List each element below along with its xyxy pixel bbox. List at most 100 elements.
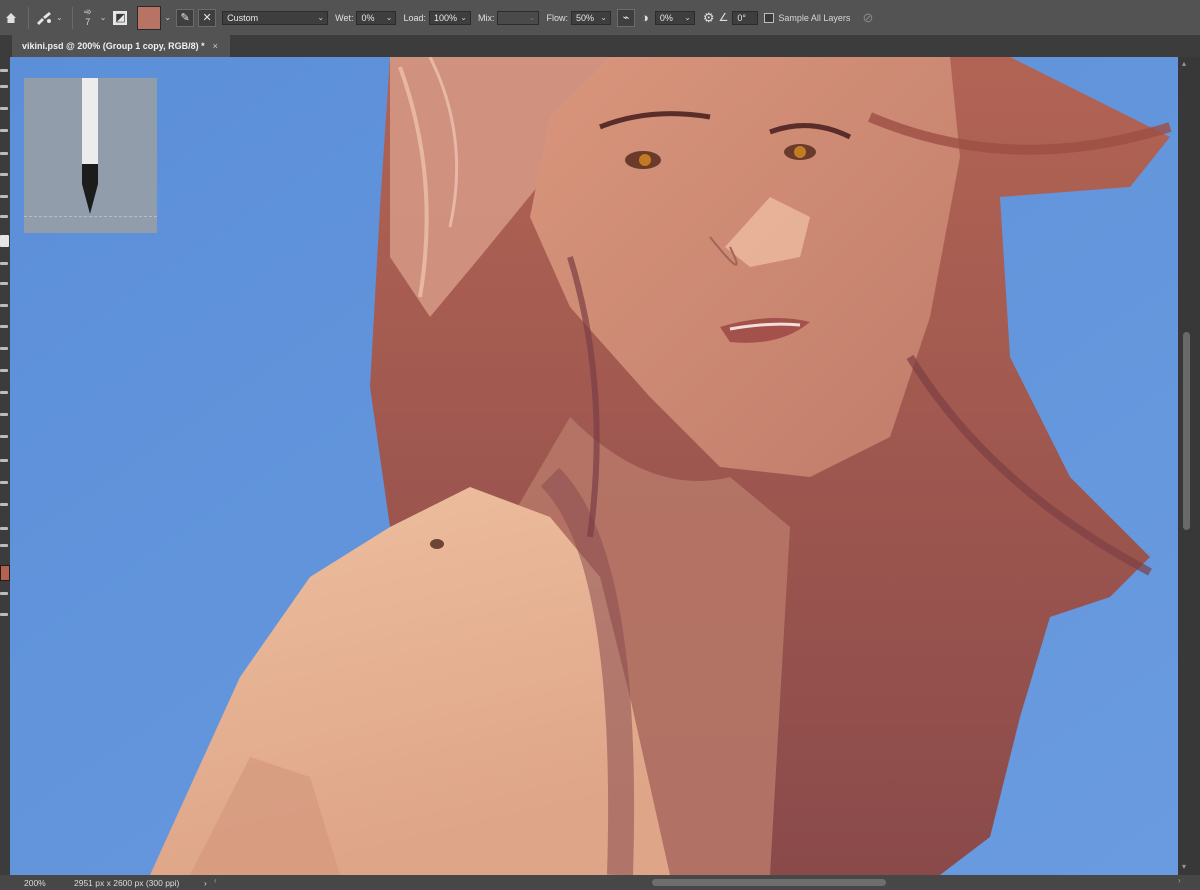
document-canvas[interactable] [10,57,1178,875]
chevron-down-icon: ⌄ [164,13,172,22]
angle-icon: ∠ [718,12,729,24]
brush-tip-preview [24,78,157,233]
quick-mask-toggle[interactable] [0,592,8,595]
tool-preset-picker[interactable]: ⌄ [35,0,66,35]
color-swatch [137,5,162,30]
clean-brush-icon: ✕ [198,8,217,27]
edit-toolbar[interactable] [0,527,8,530]
scroll-left-icon[interactable]: ‹ [214,876,217,885]
load-label: Load: [403,12,426,23]
mixer-brush-icon [35,11,53,25]
hand-tool[interactable] [0,481,8,484]
mixer-brush-tool[interactable] [0,235,9,247]
smoothing-value: 0% [659,12,673,23]
load-field[interactable]: 100% ⌄ [428,0,471,35]
brush-angle-icon-button: ∠ [719,0,729,35]
divider [24,216,157,217]
brush-settings-icon: ◩ [113,10,128,25]
swap-colors-icon[interactable] [0,544,8,547]
preset-value: Custom [227,12,259,23]
sample-all-layers-label: Sample All Layers [778,12,851,23]
scroll-up-icon[interactable]: ▴ [1182,59,1186,68]
smoothing-icon-button[interactable]: ◑ [641,0,649,35]
airbrush-icon: ⌁ [617,8,635,27]
brush-tip-icon [82,164,98,214]
angle-field[interactable]: 0° [732,0,759,35]
wet-field[interactable]: 0% ⌄ [356,0,397,35]
airbrush-toggle[interactable]: ⌁ [617,0,635,35]
dodge-tool[interactable] [0,369,8,372]
screen-mode-toggle[interactable] [0,613,8,616]
chevron-down-icon: ⌄ [460,12,467,22]
crop-tool[interactable] [0,152,8,155]
mix-field: ⌄ [497,0,540,35]
home-icon [5,12,17,24]
lasso-tool[interactable] [0,107,8,110]
close-icon[interactable]: × [213,41,218,51]
load-value: 100% [433,12,458,23]
zoom-tool[interactable] [0,503,8,506]
wet-label: Wet: [335,12,354,23]
chevron-down-icon: ⌄ [528,12,536,22]
scroll-right-icon[interactable]: › [1178,876,1181,885]
blur-tool[interactable] [0,347,8,350]
load-brush-icon: ✎ [176,8,195,27]
brush-size-label: 7 [85,17,91,27]
scrollbar-thumb[interactable] [652,879,886,886]
eraser-tool[interactable] [0,304,8,307]
flow-field[interactable]: 50% ⌄ [571,0,611,35]
wet-value: 0% [361,12,375,23]
divider [71,6,73,29]
sample-all-layers-checkbox[interactable]: Sample All Layers [764,0,850,35]
tools-panel [0,57,10,875]
chevron-down-icon: ⌄ [317,12,325,22]
brush-stroke-icon: ➾ [83,7,92,18]
pen-tool[interactable] [0,391,8,394]
smoothing-icon: ◑ [641,10,649,25]
scroll-down-icon[interactable]: ▾ [1182,862,1186,871]
type-tool[interactable] [0,413,8,416]
clone-stamp-tool[interactable] [0,262,8,265]
scrollbar-thumb[interactable] [1183,332,1190,530]
chevron-down-icon: ⌄ [56,13,63,22]
path-selection-tool[interactable] [0,435,8,438]
document-tab-title: vikini.psd @ 200% (Group 1 copy, RGB/8) … [22,41,205,51]
brush-settings-toggle[interactable]: ◩ [113,0,128,35]
pressure-size-toggle[interactable]: ⊘ [862,0,873,35]
chevron-down-icon: ⌄ [684,12,691,22]
flow-label: Flow: [546,12,568,23]
frame-tool[interactable] [0,173,8,176]
load-brush-button[interactable]: ✎ [176,0,195,35]
marquee-tool[interactable] [0,85,8,88]
clean-brush-button[interactable]: ✕ [198,0,217,35]
document-info: 2951 px x 2600 px (300 ppi) [74,877,180,888]
horizontal-scrollbar[interactable]: ‹ › [214,876,1181,888]
divider [28,6,29,29]
foreground-color-swatch[interactable] [0,565,10,581]
brush-bristle [82,78,98,164]
status-expand-icon[interactable]: › [204,878,207,888]
eyedropper-tool[interactable] [0,195,8,198]
gear-icon: ⚙ [702,9,715,25]
pressure-icon: ⊘ [862,9,874,25]
zoom-level[interactable]: 200% [24,878,74,888]
healing-brush-tool[interactable] [0,215,8,218]
shape-tool[interactable] [0,459,8,462]
gradient-tool[interactable] [0,325,8,328]
history-brush-tool[interactable] [0,282,8,285]
document-tab-bar: vikini.psd @ 200% (Group 1 copy, RGB/8) … [0,35,1200,57]
smoothing-options-button[interactable]: ⚙ [703,0,715,35]
blend-preset-select[interactable]: Custom ⌄ [222,0,329,35]
document-tab[interactable]: vikini.psd @ 200% (Group 1 copy, RGB/8) … [12,35,230,57]
vertical-scrollbar[interactable]: ▴ ▾ [1178,57,1200,875]
quick-selection-tool[interactable] [0,129,8,132]
chevron-down-icon: ⌄ [600,12,607,22]
move-tool[interactable] [0,69,8,72]
home-button[interactable] [0,0,22,35]
brush-preset-picker[interactable]: ➾ 7 [79,0,97,35]
checkbox-box[interactable] [764,12,775,23]
chevron-down-icon[interactable]: ⌄ [100,13,107,22]
smoothing-field[interactable]: 0% ⌄ [654,0,695,35]
mix-label: Mix: [477,12,495,23]
current-color-swatch[interactable]: ⌄ [137,0,174,35]
